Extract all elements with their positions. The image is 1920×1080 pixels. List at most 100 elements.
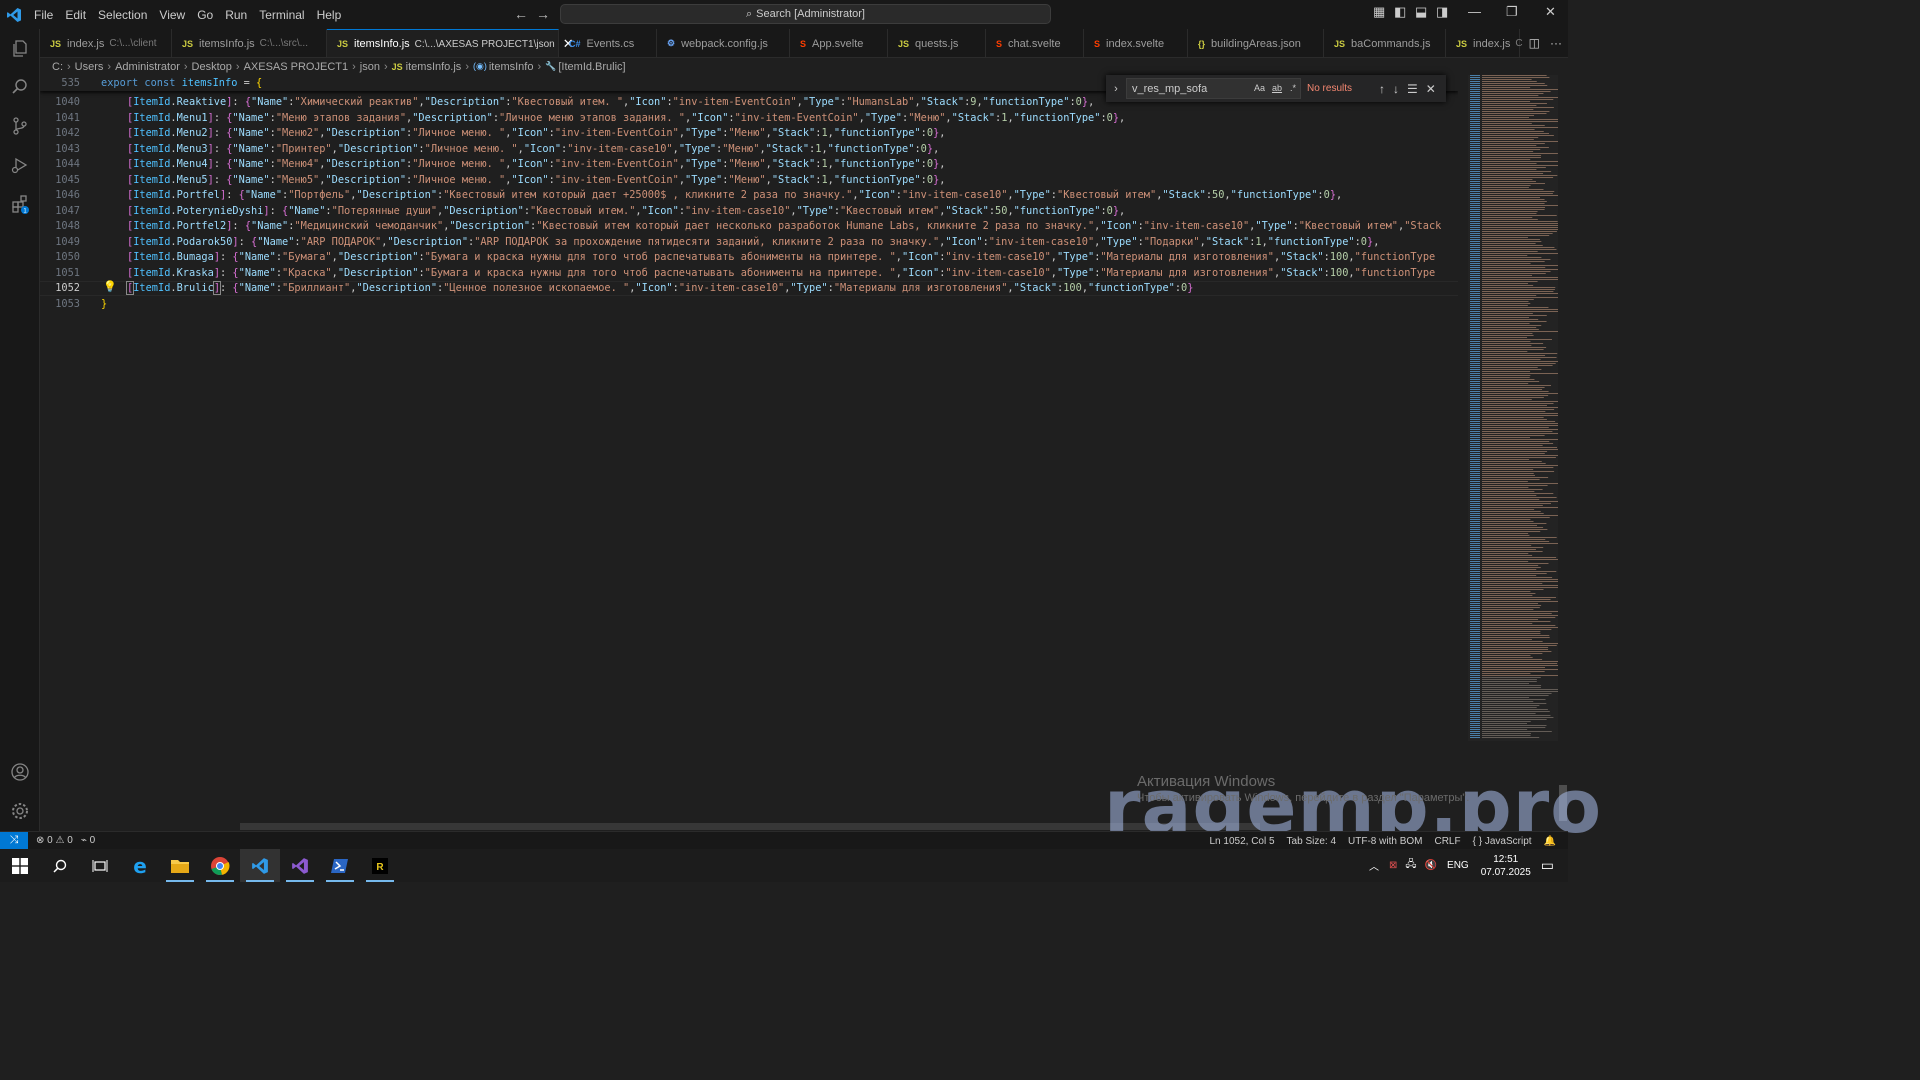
vscode-taskbar-icon[interactable] xyxy=(240,849,280,882)
visual-studio-icon[interactable] xyxy=(280,849,320,882)
code-line[interactable]: 1049 [ItemId.Podarok50]: {"Name":"ARP ПОД… xyxy=(40,234,1458,250)
forward-arrow-icon[interactable]: → xyxy=(536,6,550,22)
split-editor-icon[interactable]: ◫ xyxy=(1529,36,1540,50)
task-view-icon[interactable] xyxy=(80,849,120,882)
tab-bacommands-js[interactable]: JS baCommands.js xyxy=(1324,29,1446,57)
powershell-icon[interactable] xyxy=(320,849,360,882)
menu-run[interactable]: Run xyxy=(219,8,253,22)
close-window-icon[interactable]: ✕ xyxy=(1545,4,1556,20)
breadcrumb-item[interactable]: itemsInfo xyxy=(489,61,534,73)
volume-muted-icon[interactable]: 🔇 xyxy=(1425,860,1437,871)
file-encoding[interactable]: UTF-8 with BOM xyxy=(1348,836,1422,847)
cursor-position[interactable]: Ln 1052, Col 5 xyxy=(1209,836,1274,847)
menu-edit[interactable]: Edit xyxy=(59,8,92,22)
tab-index-js[interactable]: JS index.js C xyxy=(1446,29,1523,57)
notification-center-icon[interactable]: ▭ xyxy=(1541,857,1554,874)
remote-indicator-icon[interactable]: ⤨ xyxy=(0,831,28,850)
code-line[interactable]: 1045 [ItemId.Menu5]: {"Name":"Меню5","Des… xyxy=(40,172,1458,188)
breadcrumb-item[interactable]: itemsInfo.js xyxy=(406,61,462,73)
minimap[interactable] xyxy=(1468,75,1558,741)
breadcrumb-item[interactable]: AXESAS PROJECT1 xyxy=(244,61,349,73)
tab-app-svelte[interactable]: S App.svelte xyxy=(790,29,888,57)
taskbar-search-icon[interactable] xyxy=(40,849,80,882)
code-line[interactable]: 1046 [ItemId.Portfel]: {"Name":"Портфель"… xyxy=(40,188,1458,204)
code-line[interactable]: 1044 [ItemId.Menu4]: {"Name":"Меню4","Des… xyxy=(40,157,1458,173)
minimize-icon[interactable]: — xyxy=(1468,4,1481,19)
start-button[interactable] xyxy=(0,849,40,882)
toggle-replace-chevron-icon[interactable]: › xyxy=(1106,83,1126,95)
code-line[interactable]: 1050 [ItemId.Bumaga]: {"Name":"Бумага","D… xyxy=(40,250,1458,266)
code-line[interactable]: 1051 [ItemId.Kraska]: {"Name":"Краска","D… xyxy=(40,265,1458,281)
next-match-arrow-icon[interactable]: ↓ xyxy=(1393,82,1399,96)
find-input[interactable]: v_res_mp_sofa Aa ab .* xyxy=(1126,78,1301,99)
search-view-icon[interactable] xyxy=(0,68,40,106)
language-mode[interactable]: { } JavaScript xyxy=(1473,836,1532,847)
tab-index-js[interactable]: JS index.js C:\...\client xyxy=(40,29,172,57)
code-line[interactable]: 1047 [ItemId.PoterynieDyshi]: {"Name":"По… xyxy=(40,203,1458,219)
lightbulb-icon[interactable]: 💡 xyxy=(103,280,117,293)
internet-explorer-icon[interactable]: e xyxy=(120,849,160,882)
menu-help[interactable]: Help xyxy=(311,8,348,22)
menu-terminal[interactable]: Terminal xyxy=(253,8,310,22)
chrome-icon[interactable] xyxy=(200,849,240,882)
keyboard-language[interactable]: ENG xyxy=(1447,860,1469,871)
tab-quests-js[interactable]: JS quests.js xyxy=(888,29,986,57)
menu-file[interactable]: File xyxy=(28,8,59,22)
match-case-toggle[interactable]: Aa xyxy=(1254,83,1265,93)
code-line[interactable]: 1043 [ItemId.Menu3]: {"Name":"Принтер","D… xyxy=(40,141,1458,157)
more-actions-icon[interactable]: ··· xyxy=(1550,36,1562,50)
toggle-sidebar-icon[interactable]: ◧ xyxy=(1394,4,1406,20)
notifications-bell-icon[interactable]: 🔔 xyxy=(1544,836,1556,847)
tab-index-svelte[interactable]: Sindex.svelte xyxy=(1084,29,1188,57)
match-whole-word-toggle[interactable]: ab xyxy=(1272,83,1282,93)
vertical-scrollbar[interactable] xyxy=(1558,75,1568,821)
end-of-line[interactable]: CRLF xyxy=(1434,836,1460,847)
code-line[interactable]: 1052 [ItemId.Brulic]: {"Name":"Бриллиант"… xyxy=(40,280,1458,296)
tab-size[interactable]: Tab Size: 4 xyxy=(1287,836,1336,847)
tray-overflow-chevron-icon[interactable]: ︿ xyxy=(1369,858,1379,873)
clock[interactable]: 12:51 07.07.2025 xyxy=(1481,853,1531,879)
tab-itemsinfo-js[interactable]: JS itemsInfo.js C:\...\AXESAS PROJECT1\jso… xyxy=(327,29,574,57)
accounts-icon[interactable] xyxy=(0,753,40,791)
problems-indicator[interactable]: ⊗ 0 ⚠ 0 xyxy=(36,835,73,846)
run-debug-icon[interactable] xyxy=(0,146,40,184)
menu-selection[interactable]: Selection xyxy=(92,8,153,22)
network-icon[interactable]: 🖧 xyxy=(1405,857,1416,874)
ports-indicator[interactable]: ⌁ 0 xyxy=(81,835,95,846)
explorer-icon[interactable] xyxy=(0,29,40,67)
tab-events-cs[interactable]: C# Events.cs xyxy=(559,29,657,57)
tab-webpack-config-js[interactable]: ⚙ webpack.config.js xyxy=(657,29,790,57)
security-alert-icon[interactable]: ⊠ xyxy=(1389,860,1397,871)
tab-chat-svelte[interactable]: Schat.svelte xyxy=(986,29,1084,57)
breadcrumb-item[interactable]: C: xyxy=(52,61,63,73)
breadcrumb-item[interactable]: Administrator xyxy=(115,61,180,73)
code-line[interactable]: 1048 [ItemId.Portfel2]: {"Name":"Медицинс… xyxy=(40,219,1458,235)
restore-icon[interactable]: ❐ xyxy=(1506,4,1518,20)
tab-buildingareas-json[interactable]: {} buildingAreas.json xyxy=(1188,29,1324,57)
breadcrumb-item[interactable]: json xyxy=(360,61,380,73)
code-editor[interactable]: 535 export const itemsInfo = { 1040 [Item… xyxy=(40,75,1458,821)
tab-itemsinfo-js[interactable]: JS itemsInfo.js C:\...\src\... xyxy=(172,29,327,57)
back-arrow-icon[interactable]: ← xyxy=(514,6,528,22)
breadcrumb-item[interactable]: [ItemId.Brulic] xyxy=(558,61,625,73)
file-explorer-icon[interactable] xyxy=(160,849,200,882)
code-line[interactable]: 1042 [ItemId.Menu2]: {"Name":"Меню2","Des… xyxy=(40,126,1458,142)
customize-layout-icon[interactable]: ▦ xyxy=(1373,4,1385,20)
find-in-selection-icon[interactable]: ☰ xyxy=(1407,82,1418,96)
toggle-secondary-sidebar-icon[interactable]: ◨ xyxy=(1436,4,1448,20)
source-control-icon[interactable] xyxy=(0,107,40,145)
rider-icon[interactable]: R xyxy=(360,849,400,882)
extensions-icon[interactable]: 1 xyxy=(0,185,40,223)
settings-gear-icon[interactable] xyxy=(0,792,40,830)
regex-toggle[interactable]: .* xyxy=(1290,83,1296,93)
breadcrumb-item[interactable]: Users xyxy=(75,61,104,73)
menu-go[interactable]: Go xyxy=(191,8,219,22)
menu-view[interactable]: View xyxy=(153,8,191,22)
breadcrumb-item[interactable]: Desktop xyxy=(192,61,232,73)
command-center-search[interactable]: ⌕ Search [Administrator] xyxy=(560,4,1051,24)
toggle-panel-icon[interactable]: ⬓ xyxy=(1415,4,1427,20)
code-line[interactable]: 1041 [ItemId.Menu1]: {"Name":"Меню этапов… xyxy=(40,110,1458,126)
close-find-icon[interactable]: ✕ xyxy=(1426,82,1436,96)
previous-match-arrow-icon[interactable]: ↑ xyxy=(1379,82,1385,96)
code-line[interactable]: 1053} xyxy=(40,296,1458,312)
